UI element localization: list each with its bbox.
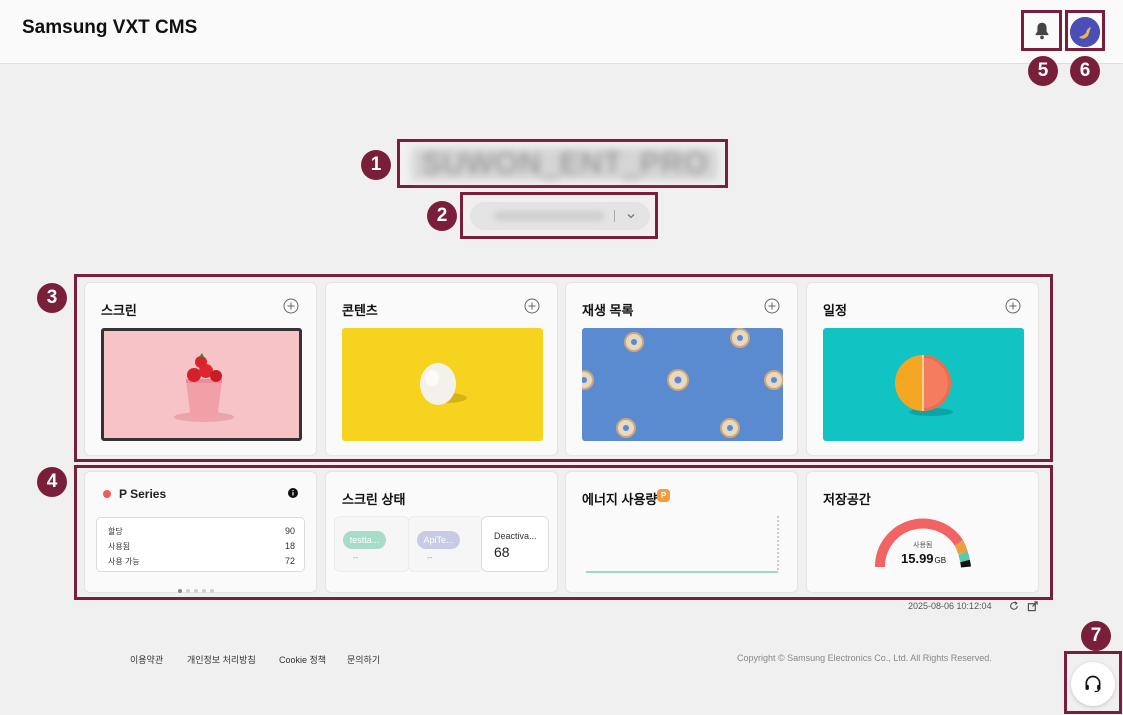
card-title: 일정 (823, 303, 847, 318)
contents-thumbnail (342, 328, 543, 441)
callout-frame-avatar (1065, 10, 1105, 51)
external-link-icon[interactable] (1027, 601, 1038, 612)
status-chip: ApiTe... (417, 531, 460, 549)
card-playlists[interactable]: 재생 목록 (565, 282, 798, 456)
info-icon[interactable] (288, 488, 298, 498)
chevron-down-icon[interactable] (624, 209, 638, 223)
stat-row-used: 사용됨 18 (108, 541, 295, 551)
card-title: 재생 목록 (582, 303, 634, 318)
license-stats: 할당 90 사용됨 18 사용 가능 72 (96, 517, 305, 572)
energy-chart (586, 516, 779, 573)
deactivated-count: 68 (494, 544, 510, 560)
refresh-icon[interactable] (1009, 601, 1019, 611)
card-schedules[interactable]: 일정 (806, 282, 1039, 456)
stat-row-available: 사용 가능 72 (108, 556, 295, 566)
copyright-text: Copyright © Samsung Electronics Co., Ltd… (737, 653, 992, 663)
add-icon[interactable] (1005, 298, 1021, 314)
status-count: -- (353, 553, 359, 562)
status-dot (103, 490, 111, 498)
storage-title: 저장공간 (823, 492, 871, 507)
headset-icon (1085, 675, 1101, 693)
callout-frame-bell (1021, 10, 1062, 51)
add-icon[interactable] (764, 298, 780, 314)
selector-value (494, 211, 604, 221)
callout-3: 3 (37, 283, 67, 313)
callout-5: 5 (1028, 56, 1058, 86)
add-icon[interactable] (283, 298, 299, 314)
license-widget[interactable]: P Series 할당 90 사용됨 18 사용 가능 72 (84, 471, 317, 593)
organization-name-text: SUWON_ENT_PRO (421, 147, 709, 180)
status-count: -- (427, 553, 433, 562)
stat-row-allocated: 할당 90 (108, 526, 295, 536)
callout-7: 7 (1081, 621, 1111, 651)
card-title: 콘텐츠 (342, 303, 378, 318)
help-button[interactable] (1071, 662, 1115, 706)
callout-1: 1 (361, 150, 391, 180)
footer-link-privacy[interactable]: 개인정보 처리방침 (187, 653, 256, 666)
license-title: P Series (119, 487, 167, 501)
card-screens[interactable]: 스크린 (84, 282, 317, 456)
footer-link-terms[interactable]: 이용약관 (130, 653, 163, 666)
playlists-thumbnail (582, 328, 783, 441)
last-updated-time: 2025-08-06 10:12:04 (908, 601, 992, 611)
callout-2: 2 (427, 201, 457, 231)
card-contents[interactable]: 콘텐츠 (325, 282, 558, 456)
status-group[interactable]: ApiTe... -- (408, 516, 483, 572)
footer-link-contact[interactable]: 문의하기 (347, 653, 380, 666)
energy-widget[interactable]: 에너지 사용량 P (565, 471, 798, 593)
selector-divider (614, 210, 615, 222)
screen-status-widget[interactable]: 스크린 상태 testta... -- ApiTe... -- Deactiva… (325, 471, 558, 593)
callout-6: 6 (1070, 56, 1100, 86)
pagination-dots[interactable] (178, 580, 218, 598)
premium-badge: P (657, 489, 670, 502)
deactivated-label: Deactiva... (494, 531, 537, 541)
add-icon[interactable] (524, 298, 540, 314)
storage-used-label: 사용됨 (913, 542, 933, 549)
callout-4: 4 (37, 467, 67, 497)
storage-used-amount: 15.99GB (901, 551, 947, 566)
app-title[interactable]: Samsung VXT CMS (22, 17, 197, 39)
screens-thumbnail (101, 328, 302, 441)
top-bar: Samsung VXT CMS (0, 0, 1123, 64)
card-title: 스크린 (101, 303, 137, 318)
status-group[interactable]: testta... -- (334, 516, 409, 572)
storage-widget[interactable]: 저장공간 사용됨 15.99GB (806, 471, 1039, 593)
organization-name: SUWON_ENT_PRO (412, 148, 718, 180)
status-chip: testta... (343, 531, 386, 549)
footer-link-cookie[interactable]: Cookie 정책 (279, 653, 326, 666)
screen-status-title: 스크린 상태 (342, 492, 406, 507)
organization-selector[interactable] (470, 202, 650, 230)
schedules-thumbnail (823, 328, 1024, 441)
deactivated-group[interactable]: Deactiva... 68 (481, 516, 549, 572)
energy-title: 에너지 사용량 (582, 492, 658, 507)
